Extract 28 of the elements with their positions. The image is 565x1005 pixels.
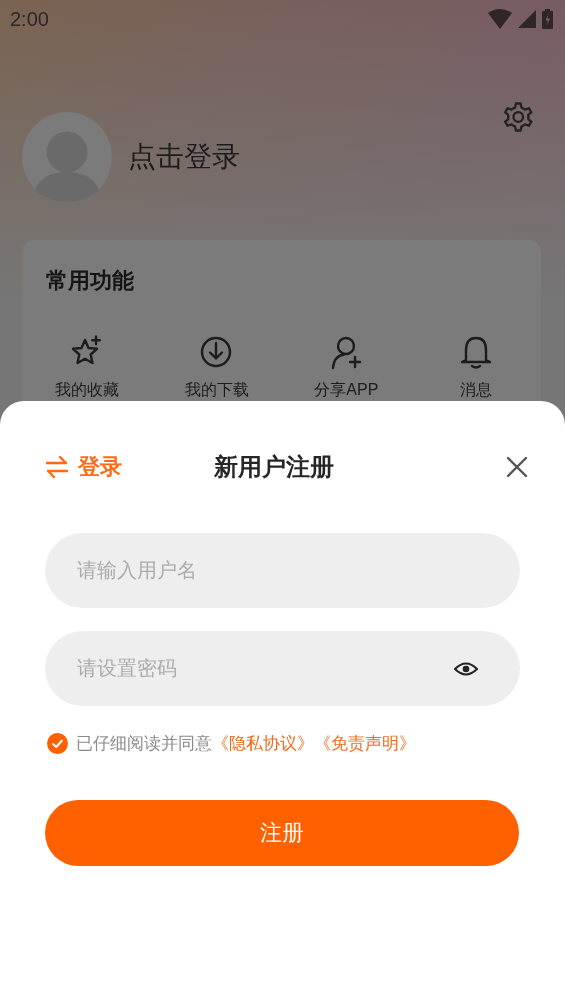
policy-link[interactable]: 《免责声明》 xyxy=(314,732,416,755)
feature-label[interactable]: 我的收藏 xyxy=(54,380,119,401)
settings-icon[interactable] xyxy=(502,102,535,132)
register-button[interactable]: 注册 xyxy=(45,800,519,866)
policy-link[interactable]: 《隐私协议》 xyxy=(212,732,314,755)
agreement-text: 已仔细阅读并同意 xyxy=(76,733,212,755)
avatar-icon xyxy=(22,112,112,202)
status-time: 2:00 xyxy=(10,7,49,31)
battery-icon xyxy=(542,9,553,29)
wifi-icon xyxy=(488,9,512,29)
eye-icon[interactable] xyxy=(454,661,478,677)
feature-label[interactable]: 我的下载 xyxy=(184,380,249,401)
section-title: 常用功能 xyxy=(46,267,134,295)
swap-icon xyxy=(45,455,69,479)
person-add-icon xyxy=(329,335,364,370)
signal-icon xyxy=(518,10,536,28)
download-icon xyxy=(199,335,234,370)
password-field[interactable]: 请设置密码 xyxy=(45,631,520,706)
feature-label[interactable]: 消息 xyxy=(460,380,493,401)
login-prompt[interactable]: 点击登录 xyxy=(128,138,240,176)
agreement-checkbox[interactable] xyxy=(47,733,68,754)
username-field[interactable]: 请输入用户名 xyxy=(45,533,520,608)
sheet-title: 新用户注册 xyxy=(213,452,334,482)
feature-label[interactable]: 分享APP xyxy=(314,380,379,401)
close-button[interactable] xyxy=(506,456,528,478)
bell-icon xyxy=(459,335,494,370)
close-icon xyxy=(506,456,528,478)
login-switch-link[interactable]: 登录 xyxy=(45,452,122,482)
